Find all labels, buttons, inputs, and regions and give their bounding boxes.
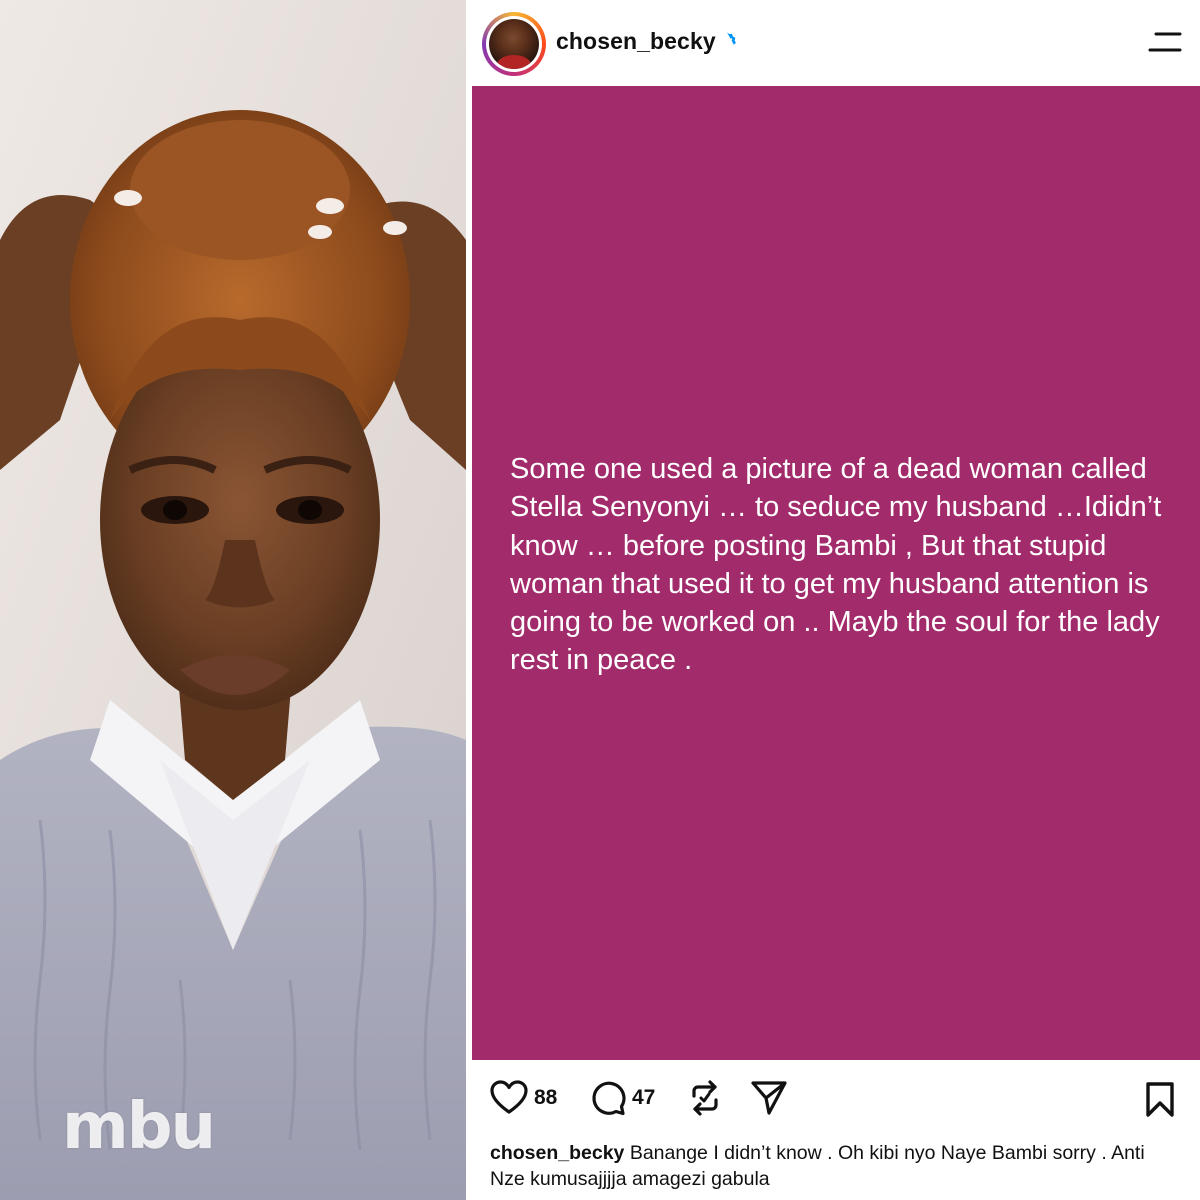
instagram-post: chosen_becky Some one used a picture of … [472,0,1200,1200]
photo-panel: mbu [0,0,466,1200]
comment-count: 47 [632,1086,656,1109]
share-button[interactable] [750,1080,788,1116]
heart-icon [490,1080,528,1114]
comment-button[interactable]: 47 [590,1080,655,1116]
hamburger-menu-icon[interactable] [1148,30,1182,54]
story-ring[interactable] [482,12,546,76]
post-text: Some one used a picture of a dead woman … [510,453,1162,677]
portrait-photo [0,0,466,1200]
watermark-logo: mbu [62,1090,216,1164]
bookmark-icon [1146,1082,1174,1117]
post-header: chosen_becky [472,0,1200,86]
send-icon [751,1081,787,1115]
verified-badge-icon [721,32,736,47]
like-button[interactable]: 88 [490,1080,557,1116]
post-text-card: Some one used a picture of a dead woman … [472,86,1200,1060]
post-caption: chosen_becky Banange I didn’t know . Oh … [490,1140,1180,1192]
username[interactable]: chosen_becky [556,28,716,55]
caption-username[interactable]: chosen_becky [490,1142,624,1164]
repost-button[interactable] [688,1080,722,1116]
like-count: 88 [534,1086,558,1109]
comment-bubble-icon [592,1081,626,1116]
repost-icon [692,1080,718,1116]
save-button[interactable] [1144,1082,1176,1118]
avatar [489,19,539,69]
post-actions: 88 47 [472,1074,1200,1130]
